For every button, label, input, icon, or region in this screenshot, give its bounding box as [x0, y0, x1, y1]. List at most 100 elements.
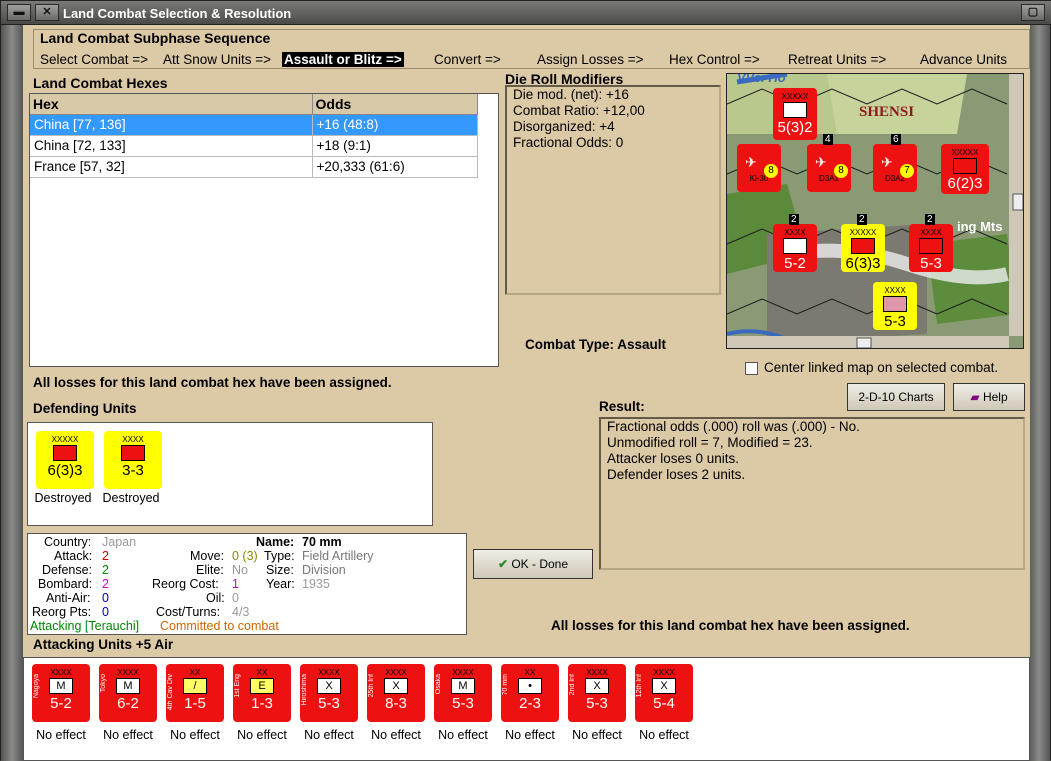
map-air-unit[interactable]: D3A2 7 ✈: [873, 144, 917, 192]
info-key: Elite:: [196, 563, 224, 577]
window-title: Land Combat Selection & Resolution: [63, 6, 292, 21]
unit-type: XXXX: [117, 668, 139, 677]
system-menu-button[interactable]: ▬: [7, 4, 31, 21]
attacker-status: No effect: [304, 728, 354, 742]
info-val: 1935: [302, 577, 330, 591]
attacker-unit[interactable]: XXXX M 5-2 Nagoya: [32, 664, 90, 722]
attacker-status: No effect: [170, 728, 220, 742]
attacking-title: Attacking Units +5 Air: [33, 637, 174, 652]
region-label: SHENSI: [859, 104, 915, 120]
close-icon[interactable]: ✕: [35, 4, 59, 21]
attacker-unit[interactable]: XXXX X 8-3 25th Inf: [367, 664, 425, 722]
info-val: 2: [102, 563, 109, 577]
attacker-status: No effect: [36, 728, 86, 742]
info-val: 0 (3): [232, 549, 258, 563]
step-att-snow[interactable]: Att Snow Units =>: [163, 52, 271, 67]
defender-unit[interactable]: XXXX 3-3: [104, 431, 162, 489]
table-row[interactable]: France [57, 32] +20,333 (61:6): [30, 156, 478, 178]
sequence-title: Land Combat Subphase Sequence: [40, 30, 271, 46]
window-frame-left: [1, 25, 23, 761]
step-advance[interactable]: Advance Units: [920, 52, 1007, 67]
defender-unit[interactable]: XXXXX 6(3)3: [36, 431, 94, 489]
attacker-unit[interactable]: XXXX M 6-2 Tokyo: [99, 664, 157, 722]
map-unit[interactable]: XXXXX 5(3)2: [773, 88, 817, 140]
center-map-label: Center linked map on selected combat.: [764, 360, 999, 375]
info-val: 0: [102, 605, 109, 619]
attacker-unit[interactable]: XX • 2-3 70 mm: [501, 664, 559, 722]
unit-type: XX: [189, 668, 201, 677]
info-key: Attack:: [54, 549, 93, 563]
unit-name: 4th Cav Div: [167, 674, 174, 711]
info-key: Name:: [256, 535, 295, 549]
step-select-combat[interactable]: Select Combat =>: [40, 52, 148, 67]
hex-cell: China [77, 136]: [30, 114, 313, 136]
result-line: Defender loses 2 units.: [607, 467, 746, 482]
step-hex-control[interactable]: Hex Control =>: [669, 52, 760, 67]
hq-icon: [53, 445, 77, 461]
attacker-unit[interactable]: XX/1-5 4th Cav Div: [166, 664, 224, 722]
info-key: Bombard:: [38, 577, 93, 591]
charts-button[interactable]: 2-D-10 Charts: [847, 383, 945, 411]
unit-strength: 1-3: [251, 695, 273, 712]
unit-name: 12th Inf: [636, 674, 643, 698]
col-hex[interactable]: Hex: [30, 94, 313, 115]
center-map-checkbox[interactable]: [745, 362, 758, 375]
hex-cell: France [57, 32]: [30, 156, 313, 178]
attacking-status: Attacking [Terauchi]: [30, 619, 140, 633]
unit-type: XX: [256, 668, 268, 677]
attacker-status: No effect: [505, 728, 555, 742]
infantry-icon: [919, 238, 943, 254]
unit-type: XXXX: [385, 668, 407, 677]
info-val: 70 mm: [302, 535, 342, 549]
air-value: 8: [834, 164, 848, 178]
unit-symbol-icon: X: [317, 678, 341, 694]
maximize-button[interactable]: ▢: [1021, 4, 1045, 21]
stack-count: 2: [857, 214, 867, 225]
map-air-unit[interactable]: Ki-30 8 ✈: [737, 144, 781, 192]
unit-symbol-icon: E: [250, 678, 274, 694]
help-button[interactable]: ▰ Help: [953, 383, 1025, 411]
unit-type: XXXX: [452, 668, 474, 677]
unit-strength: 5(3)2: [777, 119, 813, 136]
table-row[interactable]: China [77, 136] +16 (48:8): [30, 114, 478, 136]
map-unit[interactable]: XXXX 5-2: [773, 224, 817, 272]
attacker-status: No effect: [237, 728, 287, 742]
info-val: 2: [102, 577, 109, 591]
attacker-unit[interactable]: XXXX X 5-4 12th Inf: [635, 664, 693, 722]
info-val: 2: [102, 549, 109, 563]
map-unit[interactable]: XXXXX 6(2)3: [941, 144, 989, 194]
attacker-unit[interactable]: XXXX X 5-3 Hiroshima: [300, 664, 358, 722]
unit-strength: 6-2: [117, 695, 139, 712]
unit-strength: 5-3: [920, 255, 942, 272]
step-retreat[interactable]: Retreat Units =>: [788, 52, 886, 67]
unit-type: XXXX: [784, 228, 806, 237]
attacker-status: No effect: [103, 728, 153, 742]
window-frame-right: [1028, 25, 1050, 761]
plane-icon: ✈: [745, 154, 757, 170]
unit-strength: 5-3: [452, 695, 474, 712]
step-convert[interactable]: Convert =>: [434, 52, 501, 67]
unit-type: XXXXX: [781, 92, 809, 101]
map-air-unit[interactable]: D3A1 8 ✈: [807, 144, 851, 192]
defender-status: Destroyed: [102, 491, 160, 505]
help-book-icon: ▰: [970, 390, 983, 404]
step-assign-losses[interactable]: Assign Losses =>: [537, 52, 644, 67]
attacker-status: No effect: [438, 728, 488, 742]
col-odds[interactable]: Odds: [312, 94, 478, 115]
attacker-unit[interactable]: XXXX X 5-3 2nd Inf: [568, 664, 626, 722]
map-unit[interactable]: XXXXX 6(3)3: [841, 224, 885, 272]
attacker-status: No effect: [371, 728, 421, 742]
linked-map[interactable]: VVei Ho SHENSI ing Mts XXXXX 5(3)2 Ki-30 8…: [726, 73, 1024, 349]
ok-done-button[interactable]: ✔ OK - Done: [473, 549, 593, 579]
odds-cell: +18 (9:1): [312, 135, 478, 157]
table-row[interactable]: China [72, 133] +18 (9:1): [30, 135, 478, 157]
map-unit[interactable]: XXXX 5-3: [873, 282, 917, 330]
air-value: 8: [764, 164, 778, 178]
attacker-unit[interactable]: XX E 1-3 1st Eng: [233, 664, 291, 722]
plane-icon: ✈: [815, 154, 827, 170]
attacker-unit[interactable]: XXXX M 5-3 Osaka: [434, 664, 492, 722]
map-unit[interactable]: XXXX 5-3: [909, 224, 953, 272]
step-assault-blitz[interactable]: Assault or Blitz =>: [282, 52, 404, 67]
unit-name: 2nd Inf: [569, 674, 576, 696]
info-key: Oil:: [206, 591, 225, 605]
